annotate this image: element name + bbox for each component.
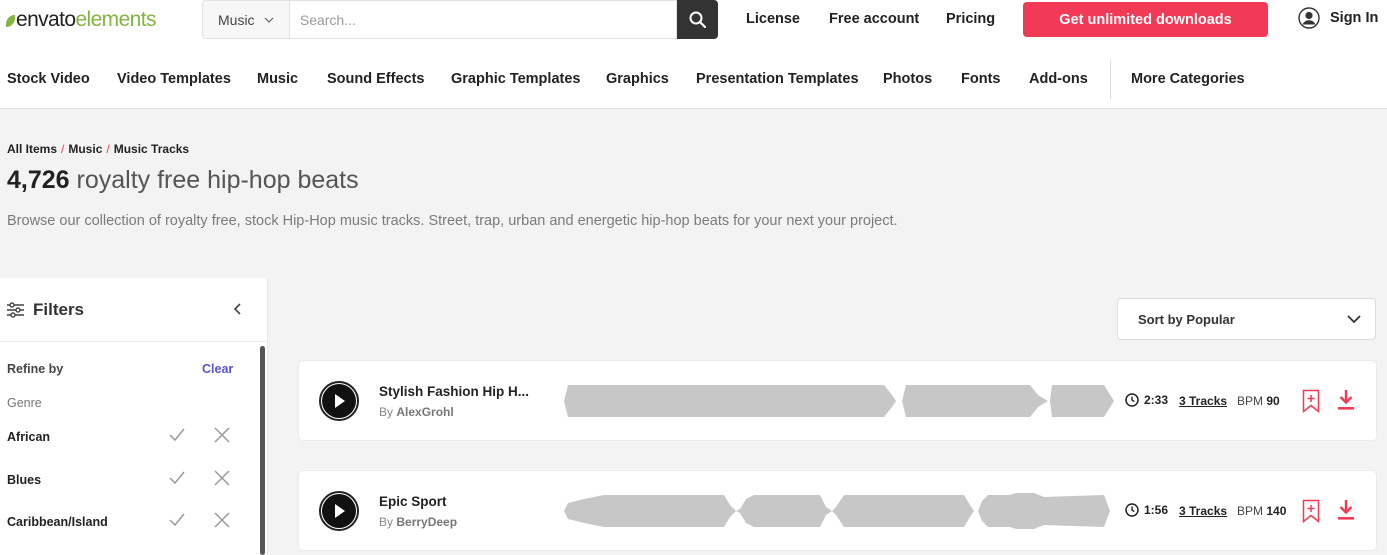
get-unlimited-downloads-button[interactable]: Get unlimited downloads <box>1023 2 1268 37</box>
track-author[interactable]: AlexGrohl <box>396 405 453 419</box>
download-icon[interactable] <box>1337 389 1355 411</box>
leaf-icon <box>6 15 15 27</box>
category-fonts[interactable]: Fonts <box>961 71 1000 87</box>
refine-by-label: Refine by <box>7 362 64 376</box>
free-account-link[interactable]: Free account <box>829 11 919 27</box>
category-more-categories[interactable]: More Categories <box>1131 71 1245 87</box>
track-author-line: By AlexGrohl <box>379 405 454 419</box>
track-bpm: BPM 90 <box>1237 394 1280 408</box>
genre-label: Blues <box>7 473 42 487</box>
clear-filters-link[interactable]: Clear <box>202 362 233 376</box>
play-icon <box>322 384 356 418</box>
category-video-templates[interactable]: Video Templates <box>117 71 231 87</box>
genre-row-blues: Blues <box>0 466 258 494</box>
exclude-x-icon[interactable] <box>213 426 231 444</box>
category-presentation-templates[interactable]: Presentation Templates <box>696 71 859 87</box>
chevron-down-icon <box>264 17 273 23</box>
waveform[interactable] <box>564 491 1114 531</box>
category-divider <box>1110 60 1111 99</box>
track-title[interactable]: Stylish Fashion Hip H... <box>379 384 529 399</box>
category-graphics[interactable]: Graphics <box>606 71 669 87</box>
search-input[interactable] <box>288 0 678 39</box>
play-button[interactable] <box>319 491 359 531</box>
track-bpm: BPM 140 <box>1237 504 1287 518</box>
play-button[interactable] <box>319 381 359 421</box>
category-graphic-templates[interactable]: Graphic Templates <box>451 71 580 87</box>
collapse-chevron-left-icon[interactable] <box>232 302 244 316</box>
page-title: 4,726 royalty free hip-hop beats <box>7 166 359 195</box>
envato-elements-logo[interactable]: envatoelements <box>6 8 156 32</box>
clock-icon <box>1125 393 1139 407</box>
add-to-collection-bookmark-icon[interactable] <box>1302 389 1320 413</box>
user-icon <box>1298 7 1320 29</box>
filter-sliders-icon <box>7 302 24 318</box>
include-check-icon[interactable] <box>168 469 186 487</box>
play-icon <box>322 494 356 528</box>
include-check-icon[interactable] <box>168 426 186 444</box>
pricing-link[interactable]: Pricing <box>946 11 995 27</box>
category-add-ons[interactable]: Add-ons <box>1029 71 1088 87</box>
search-bar: Music <box>202 0 719 39</box>
breadcrumb-music[interactable]: Music <box>68 142 102 156</box>
waveform[interactable] <box>564 381 1114 421</box>
filters-title: Filters <box>33 300 85 319</box>
add-to-collection-bookmark-icon[interactable] <box>1302 499 1320 523</box>
result-count: 4,726 <box>7 166 70 194</box>
filters-sidebar: Filters Refine by Clear Genre African Bl… <box>0 278 268 555</box>
breadcrumb-separator: / <box>106 142 110 156</box>
category-stock-video[interactable]: Stock Video <box>7 71 90 87</box>
category-photos[interactable]: Photos <box>883 71 932 87</box>
filters-header: Filters <box>0 278 268 342</box>
breadcrumb-music-tracks[interactable]: Music Tracks <box>114 142 189 156</box>
sidebar-scrollbar[interactable] <box>260 346 265 555</box>
chevron-down-icon <box>1347 315 1361 324</box>
genre-label: African <box>7 430 51 444</box>
genre-row-african: African <box>0 423 258 451</box>
sign-in-label: Sign In <box>1330 10 1379 26</box>
sign-in-link[interactable]: Sign In <box>1298 7 1378 29</box>
breadcrumb: All Items / Music / Music Tracks <box>7 142 189 156</box>
track-card[interactable]: Epic Sport By BerryDeep 1:56 3 Tracks BP… <box>298 470 1377 551</box>
track-count-link[interactable]: 3 Tracks <box>1179 394 1227 408</box>
exclude-x-icon[interactable] <box>213 469 231 487</box>
include-check-icon[interactable] <box>168 511 186 529</box>
track-duration: 1:56 <box>1125 503 1168 517</box>
exclude-x-icon[interactable] <box>213 511 231 529</box>
search-category-label: Music <box>218 11 255 28</box>
category-sound-effects[interactable]: Sound Effects <box>327 71 424 87</box>
breadcrumb-all-items[interactable]: All Items <box>7 142 57 156</box>
clock-icon <box>1125 503 1139 517</box>
track-title[interactable]: Epic Sport <box>379 494 447 509</box>
site-header: envatoelements Music License Free accoun… <box>0 0 1387 109</box>
track-count-link[interactable]: 3 Tracks <box>1179 504 1227 518</box>
search-category-select[interactable]: Music <box>202 0 289 39</box>
genre-label: Caribbean/Island <box>7 515 108 529</box>
sort-label: Sort by Popular <box>1138 312 1235 327</box>
genre-row-caribbean-island: Caribbean/Island <box>0 508 258 536</box>
category-music[interactable]: Music <box>257 71 298 87</box>
track-author[interactable]: BerryDeep <box>396 515 457 529</box>
download-icon[interactable] <box>1337 499 1355 521</box>
breadcrumb-separator: / <box>61 142 65 156</box>
search-button[interactable] <box>677 0 719 39</box>
sort-dropdown[interactable]: Sort by Popular <box>1117 298 1376 340</box>
track-duration: 2:33 <box>1125 393 1168 407</box>
track-card[interactable]: Stylish Fashion Hip H... By AlexGrohl 2:… <box>298 360 1377 441</box>
genre-heading: Genre <box>7 396 42 410</box>
track-author-line: By BerryDeep <box>379 515 458 529</box>
search-icon <box>689 11 707 28</box>
page-title-text: royalty free hip-hop beats <box>76 166 359 194</box>
page-description: Browse our collection of royalty free, s… <box>7 213 898 229</box>
license-link[interactable]: License <box>746 11 800 27</box>
